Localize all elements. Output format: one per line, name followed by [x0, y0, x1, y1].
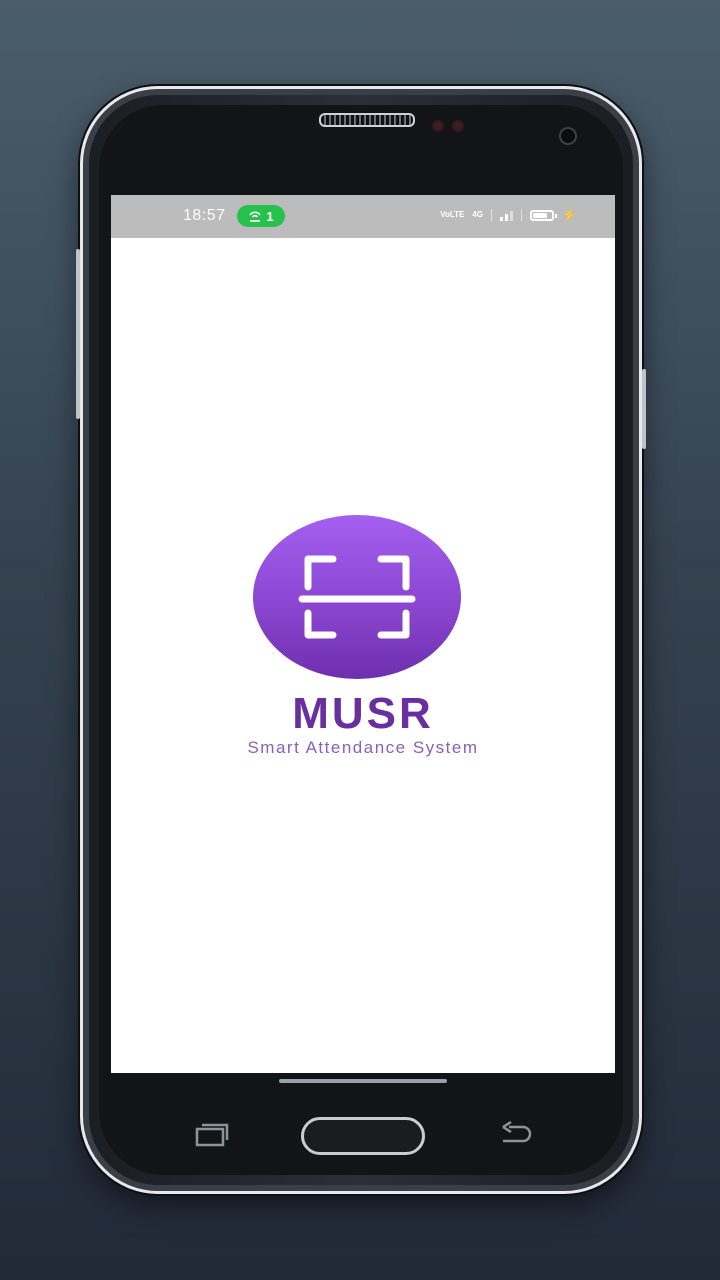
hotspot-count: 1	[266, 208, 274, 224]
light-sensor	[451, 119, 465, 133]
qr-scan-icon	[298, 555, 416, 639]
home-button[interactable]	[301, 1117, 425, 1155]
volume-button	[76, 249, 80, 419]
app-title: MUSR	[292, 689, 434, 738]
earpiece-speaker	[319, 113, 415, 127]
gesture-bar[interactable]	[279, 1079, 447, 1083]
phone-frame: 18:57 1 VoLTE 4G ⚡ MUSR Smart Attendance…	[76, 86, 646, 1194]
volte-label: VoLTE	[440, 210, 465, 219]
battery-level	[533, 212, 547, 218]
divider	[491, 209, 493, 221]
network-type-label: 4G	[472, 210, 484, 219]
charging-icon: ⚡	[562, 208, 577, 222]
signal-icon	[500, 209, 514, 221]
battery-icon	[530, 209, 558, 221]
app-subtitle: Smart Attendance System	[247, 738, 479, 757]
divider	[521, 209, 523, 221]
power-button	[642, 369, 646, 449]
status-time: 18:57	[183, 207, 226, 224]
status-bar: 18:57 1 VoLTE 4G ⚡	[111, 195, 615, 238]
back-icon[interactable]	[499, 1120, 533, 1145]
recent-apps-icon[interactable]	[195, 1123, 229, 1147]
front-camera	[559, 127, 577, 145]
hotspot-indicator[interactable]: 1	[237, 205, 285, 227]
status-icons: VoLTE 4G ⚡	[440, 208, 577, 222]
hotspot-icon	[248, 210, 262, 222]
app-logo	[253, 515, 461, 679]
proximity-sensor	[431, 119, 445, 133]
screen: 18:57 1 VoLTE 4G ⚡ MUSR Smart Attendance…	[111, 195, 615, 1073]
